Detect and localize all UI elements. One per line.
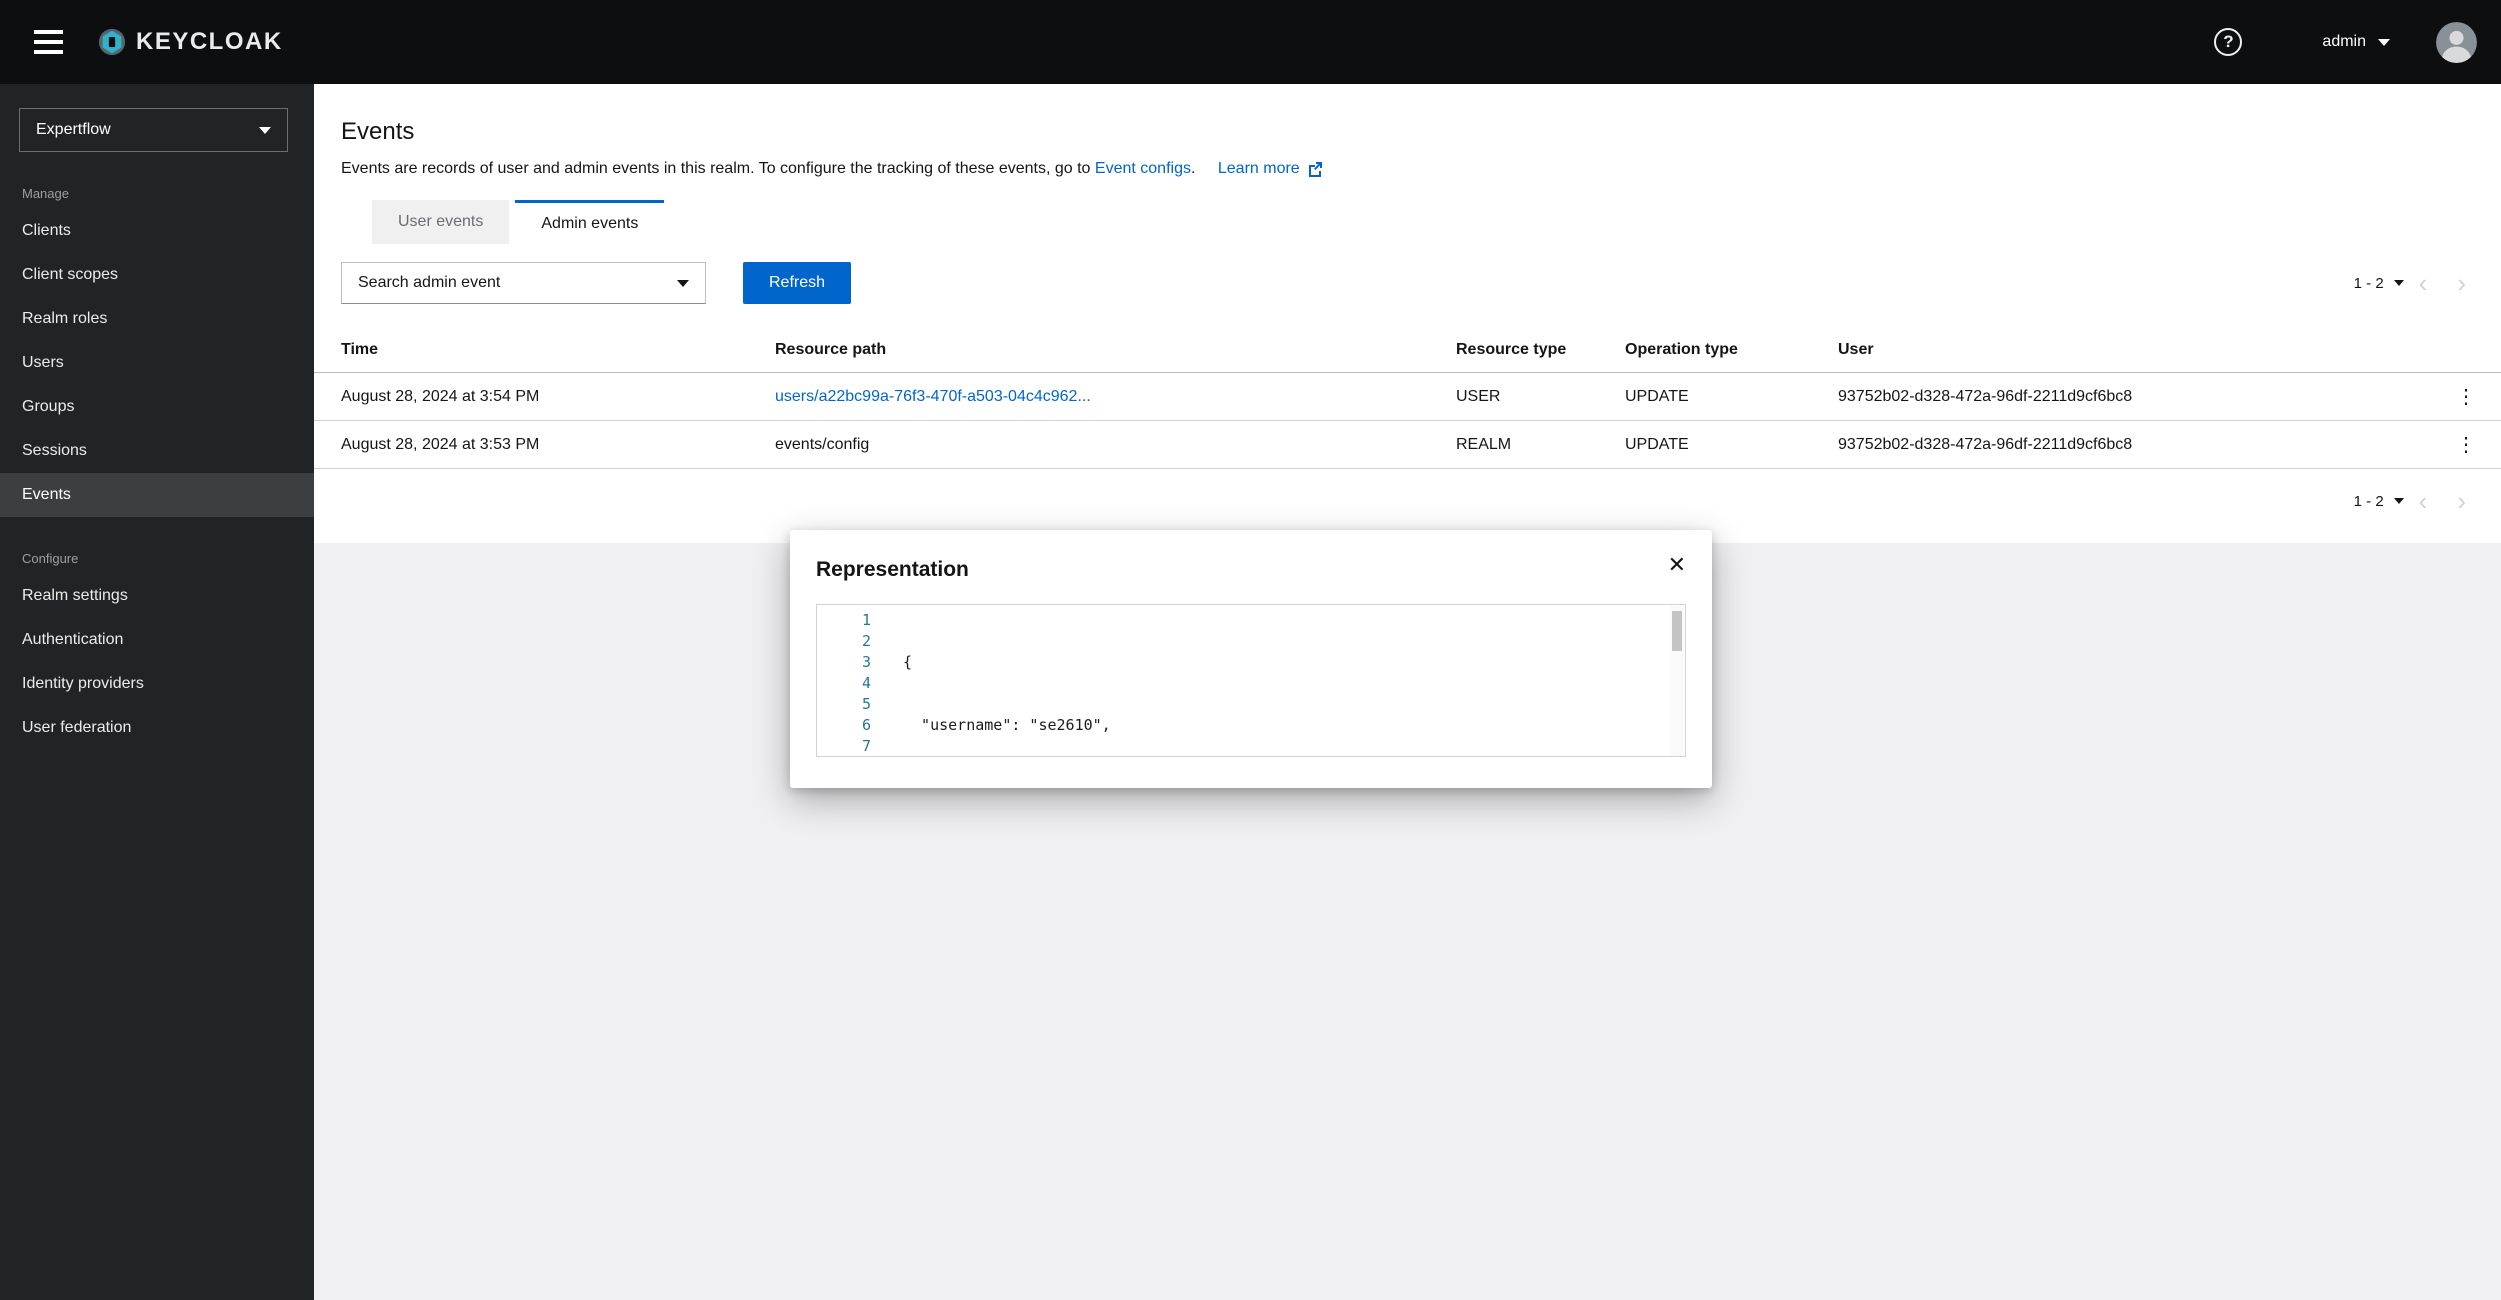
sidebar-item-identity-providers[interactable]: Identity providers <box>0 662 314 706</box>
table-row: August 28, 2024 at 3:54 PM users/a22bc99… <box>314 373 2501 421</box>
page-header: Events Events are records of user and ad… <box>314 84 2501 244</box>
sidebar-item-realm-roles[interactable]: Realm roles <box>0 297 314 341</box>
cell-operation-type: UPDATE <box>1625 421 1838 469</box>
admin-events-toolbar: Search admin event Refresh 1 - 2 ‹ › <box>314 244 2501 304</box>
pagination-bottom: 1 - 2 ‹ › <box>314 469 2501 537</box>
chevron-down-icon <box>2394 498 2404 504</box>
column-header-user: User <box>1838 328 2441 373</box>
help-button[interactable]: ? <box>2214 28 2242 56</box>
section-label-manage: Manage <box>22 186 314 201</box>
learn-more-link[interactable]: Learn more <box>1218 160 1323 178</box>
question-circle-icon: ? <box>2214 28 2242 56</box>
nav-toggle-button[interactable] <box>34 30 63 54</box>
pagination-prev-button[interactable]: ‹ <box>2404 263 2443 303</box>
search-admin-event-select[interactable]: Search admin event <box>341 262 706 304</box>
chevron-down-icon <box>2378 39 2390 46</box>
editor-line-numbers: 1 2 3 4 5 6 7 <box>817 605 883 756</box>
sidebar-item-sessions[interactable]: Sessions <box>0 429 314 473</box>
sidebar-item-users[interactable]: Users <box>0 341 314 385</box>
section-label-configure: Configure <box>22 551 314 566</box>
description-text: Events are records of user and admin eve… <box>341 160 1090 177</box>
cell-resource-path: events/config <box>775 421 1456 469</box>
page-title: Events <box>341 118 2471 146</box>
chevron-down-icon <box>2394 280 2404 286</box>
pagination-menu-toggle[interactable]: 1 - 2 <box>2354 275 2404 292</box>
resource-path-link[interactable]: users/a22bc99a-76f3-470f-a503-04c4c962..… <box>775 388 1091 405</box>
search-select-label: Search admin event <box>358 274 500 292</box>
sidebar-section-manage: Manage Clients Client scopes Realm roles… <box>0 186 314 517</box>
cell-time: August 28, 2024 at 3:53 PM <box>314 421 775 469</box>
cell-time: August 28, 2024 at 3:54 PM <box>314 373 775 421</box>
sidebar-item-client-scopes[interactable]: Client scopes <box>0 253 314 297</box>
header-actions: ? admin <box>2214 22 2477 63</box>
cell-user: 93752b02-d328-472a-96df-2211d9cf6bc8 <box>1838 373 2441 421</box>
column-header-operation-type: Operation type <box>1625 328 1838 373</box>
external-link-icon <box>1307 161 1323 177</box>
cell-resource-type: REALM <box>1456 421 1625 469</box>
avatar[interactable] <box>2436 22 2477 63</box>
sidebar-item-events[interactable]: Events <box>0 473 314 517</box>
cell-operation-type: UPDATE <box>1625 373 1838 421</box>
column-header-resource-type: Resource type <box>1456 328 1625 373</box>
column-header-resource-path: Resource path <box>775 328 1456 373</box>
sidebar-nav: Expertflow Manage Clients Client scopes … <box>0 84 314 1300</box>
pagination-menu-toggle[interactable]: 1 - 2 <box>2354 493 2404 510</box>
column-header-time: Time <box>314 328 775 373</box>
editor-code-content: { "username": "se2610", "enabled": true,… <box>883 605 1129 756</box>
pagination-prev-button[interactable]: ‹ <box>2404 481 2443 521</box>
brand-wordmark: KEYCLOAK <box>136 28 283 56</box>
column-header-actions <box>2441 328 2501 373</box>
chevron-down-icon <box>259 127 271 134</box>
code-line: "username": "se2610", <box>903 715 1129 736</box>
pagination-top: 1 - 2 ‹ › <box>2354 262 2481 304</box>
realm-selector[interactable]: Expertflow <box>19 108 288 152</box>
keycloak-logo[interactable]: KEYCLOAK <box>97 27 283 57</box>
row-actions-kebab-icon[interactable]: ⋮ <box>2446 384 2486 409</box>
user-menu-button[interactable]: admin <box>2322 33 2390 51</box>
refresh-button[interactable]: Refresh <box>743 262 851 304</box>
description-period: . <box>1191 160 1195 177</box>
keycloak-admin-console: KEYCLOAK ? admin Expertflow <box>0 0 2501 1300</box>
close-icon[interactable]: ✕ <box>1668 552 1686 578</box>
row-actions-kebab-icon[interactable]: ⋮ <box>2446 432 2486 457</box>
sidebar-section-configure: Configure Realm settings Authentication … <box>0 551 314 750</box>
hamburger-icon <box>34 30 63 34</box>
sidebar-item-realm-settings[interactable]: Realm settings <box>0 574 314 618</box>
table-row: August 28, 2024 at 3:53 PM events/config… <box>314 421 2501 469</box>
editor-scrollbar-thumb[interactable] <box>1672 611 1682 651</box>
admin-events-table: Time Resource path Resource type Operati… <box>314 328 2501 469</box>
top-header: KEYCLOAK ? admin <box>0 0 2501 84</box>
user-menu-label: admin <box>2322 33 2366 51</box>
editor-scrollbar[interactable] <box>1670 606 1684 755</box>
tab-user-events[interactable]: User events <box>372 200 509 244</box>
sidebar-item-clients[interactable]: Clients <box>0 209 314 253</box>
keycloak-logo-icon <box>97 27 127 57</box>
events-tabs: User events Admin events <box>372 200 2471 244</box>
sidebar-item-groups[interactable]: Groups <box>0 385 314 429</box>
code-editor[interactable]: 1 2 3 4 5 6 7 { "username": "se2610", "e… <box>816 604 1686 757</box>
events-page: Events Events are records of user and ad… <box>314 84 2501 543</box>
page-description: Events are records of user and admin eve… <box>341 160 2471 178</box>
table-header-row: Time Resource path Resource type Operati… <box>314 328 2501 373</box>
representation-modal: Representation ✕ 1 2 3 4 5 6 7 { "userna… <box>790 530 1712 788</box>
pagination-range-label: 1 - 2 <box>2354 275 2384 292</box>
sidebar-item-user-federation[interactable]: User federation <box>0 706 314 750</box>
cell-resource-type: USER <box>1456 373 1625 421</box>
pagination-next-button[interactable]: › <box>2442 481 2481 521</box>
code-line: { <box>903 652 1129 673</box>
modal-title: Representation <box>816 558 1686 582</box>
event-configs-link[interactable]: Event configs <box>1095 160 1191 177</box>
pagination-next-button[interactable]: › <box>2442 263 2481 303</box>
sidebar-item-authentication[interactable]: Authentication <box>0 618 314 662</box>
chevron-down-icon <box>677 280 689 287</box>
realm-selector-label: Expertflow <box>36 121 111 139</box>
learn-more-label: Learn more <box>1218 160 1300 178</box>
pagination-range-label: 1 - 2 <box>2354 493 2384 510</box>
cell-user: 93752b02-d328-472a-96df-2211d9cf6bc8 <box>1838 421 2441 469</box>
user-avatar-icon <box>2436 22 2477 63</box>
tab-admin-events[interactable]: Admin events <box>515 200 664 244</box>
